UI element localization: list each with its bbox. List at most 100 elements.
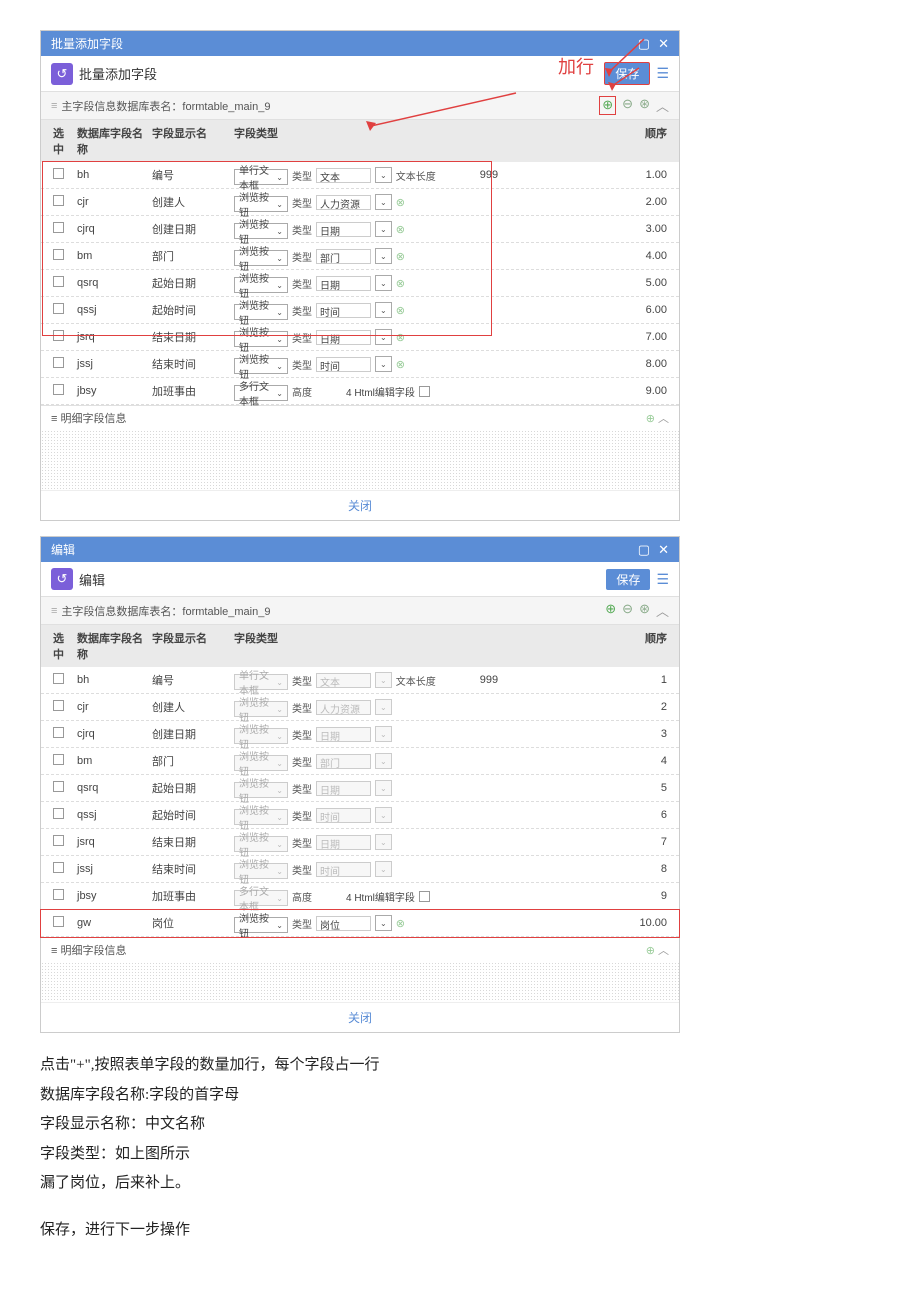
type-select[interactable]: 浏览按钮⌄ [234, 809, 288, 825]
info-text: 主字段信息数据库表名：formtable_main_9 [61, 603, 270, 619]
type-select[interactable]: 浏览按钮⌄ [234, 277, 288, 293]
copy-row-icon[interactable]: ⊛ [639, 601, 650, 620]
type-select[interactable]: 浏览按钮⌄ [234, 331, 288, 347]
col-dbname: 数据库字段名称 [75, 629, 150, 663]
add-detail-icon[interactable]: ⊕ [646, 945, 655, 957]
row-checkbox[interactable] [53, 754, 64, 765]
add-row-icon[interactable]: ⊕ [599, 96, 616, 115]
menu-icon[interactable]: ☰ [656, 65, 669, 82]
row-checkbox[interactable] [53, 384, 64, 395]
remove-row-icon[interactable]: ⊖ [622, 96, 633, 115]
close-button[interactable]: 关闭 [41, 1002, 679, 1032]
menu-icon[interactable]: ☰ [656, 571, 669, 588]
row-checkbox[interactable] [53, 673, 64, 684]
db-name: bm [75, 754, 150, 768]
minimize-icon[interactable]: ▢ [638, 36, 650, 52]
subtype-select[interactable]: 日期 [316, 330, 371, 345]
hamburger-icon: ≡ [51, 100, 57, 112]
subtype-select[interactable]: 部门 [316, 754, 371, 769]
close-icon[interactable]: ✕ [658, 542, 669, 558]
clear-icon[interactable]: ⊗ [396, 277, 405, 290]
display-name: 部门 [150, 752, 232, 770]
row-checkbox[interactable] [53, 727, 64, 738]
close-button[interactable]: 关闭 [41, 490, 679, 520]
clear-icon[interactable]: ⊗ [396, 331, 405, 344]
type-select[interactable]: 浏览按钮⌄ [234, 836, 288, 852]
row-checkbox[interactable] [53, 700, 64, 711]
save-button[interactable]: 保存 [604, 62, 650, 85]
instr-line-1: 点击"+",按照表单字段的数量加行，每个字段占一行 [40, 1051, 890, 1080]
close-icon[interactable]: ✕ [658, 36, 669, 52]
subtype-select[interactable]: 时间 [316, 303, 371, 318]
subtype-select[interactable]: 部门 [316, 249, 371, 264]
clear-icon[interactable]: ⊗ [396, 917, 405, 930]
copy-row-icon[interactable]: ⊛ [639, 96, 650, 115]
type-select[interactable]: 浏览按钮⌄ [234, 728, 288, 744]
row-checkbox[interactable] [53, 249, 64, 260]
type-select[interactable]: 浏览按钮⌄ [234, 701, 288, 717]
add-row-icon[interactable]: ⊕ [605, 601, 616, 620]
type-select[interactable]: 浏览按钮⌄ [234, 304, 288, 320]
collapse-icon[interactable]: ︿ [656, 601, 669, 620]
type-select[interactable]: 浏览按钮⌄ [234, 755, 288, 771]
subtype-select[interactable]: 日期 [316, 835, 371, 850]
subtype-select[interactable]: 文本 [316, 673, 371, 688]
row-checkbox[interactable] [53, 168, 64, 179]
row-checkbox[interactable] [53, 835, 64, 846]
type-select[interactable]: 浏览按钮⌄ [234, 223, 288, 239]
sub-header: ↺ 编辑 保存 ☰ [41, 562, 679, 596]
subtype-select[interactable]: 日期 [316, 781, 371, 796]
row-checkbox[interactable] [53, 222, 64, 233]
subtype-select[interactable]: 日期 [316, 276, 371, 291]
type-select[interactable]: 浏览按钮⌄ [234, 917, 288, 933]
type-select[interactable]: 多行文本框⌄ [234, 890, 288, 906]
row-checkbox[interactable] [53, 916, 64, 927]
display-name: 起始日期 [150, 779, 232, 797]
subtype-select[interactable]: 人力资源 [316, 700, 371, 715]
detail-collapse-icon[interactable]: ︿ [658, 413, 669, 425]
row-checkbox[interactable] [53, 889, 64, 900]
type-select[interactable]: 浏览按钮⌄ [234, 358, 288, 374]
row-checkbox[interactable] [53, 195, 64, 206]
subtype-select[interactable]: 人力资源 [316, 195, 371, 210]
row-checkbox[interactable] [53, 357, 64, 368]
type-select[interactable]: 单行文本框⌄ [234, 674, 288, 690]
subtype-select[interactable]: 时间 [316, 808, 371, 823]
order-value: 1.00 [614, 168, 669, 182]
type-select[interactable]: 浏览按钮⌄ [234, 863, 288, 879]
order-value: 8.00 [614, 357, 669, 371]
subtype-select[interactable]: 日期 [316, 727, 371, 742]
clear-icon[interactable]: ⊗ [396, 358, 405, 371]
subtype-select[interactable]: 时间 [316, 862, 371, 877]
clear-icon[interactable]: ⊗ [396, 304, 405, 317]
minimize-icon[interactable]: ▢ [638, 542, 650, 558]
detail-label: 明细字段信息 [60, 413, 126, 425]
type-select[interactable]: 浏览按钮⌄ [234, 782, 288, 798]
row-checkbox[interactable] [53, 808, 64, 819]
row-checkbox[interactable] [53, 781, 64, 792]
collapse-icon[interactable]: ︿ [656, 96, 669, 115]
db-name: bm [75, 249, 150, 263]
clear-icon[interactable]: ⊗ [396, 196, 405, 209]
html-checkbox[interactable] [419, 386, 430, 397]
add-detail-icon[interactable]: ⊕ [646, 413, 655, 425]
subtype-select[interactable]: 日期 [316, 222, 371, 237]
row-checkbox[interactable] [53, 303, 64, 314]
detail-collapse-icon[interactable]: ︿ [658, 945, 669, 957]
save-button[interactable]: 保存 [606, 569, 650, 590]
row-checkbox[interactable] [53, 862, 64, 873]
type-select[interactable]: 浏览按钮⌄ [234, 196, 288, 212]
subtype-select[interactable]: 文本 [316, 168, 371, 183]
row-checkbox[interactable] [53, 330, 64, 341]
type-select[interactable]: 多行文本框⌄ [234, 385, 288, 401]
table-row: jbsy 加班事由 多行文本框⌄ 高度4 Html编辑字段 9.00 [41, 378, 679, 405]
subtype-select[interactable]: 时间 [316, 357, 371, 372]
clear-icon[interactable]: ⊗ [396, 223, 405, 236]
remove-row-icon[interactable]: ⊖ [622, 601, 633, 620]
subtype-select[interactable]: 岗位 [316, 916, 371, 931]
clear-icon[interactable]: ⊗ [396, 250, 405, 263]
type-select[interactable]: 浏览按钮⌄ [234, 250, 288, 266]
row-checkbox[interactable] [53, 276, 64, 287]
type-select[interactable]: 单行文本框⌄ [234, 169, 288, 185]
html-checkbox[interactable] [419, 891, 430, 902]
